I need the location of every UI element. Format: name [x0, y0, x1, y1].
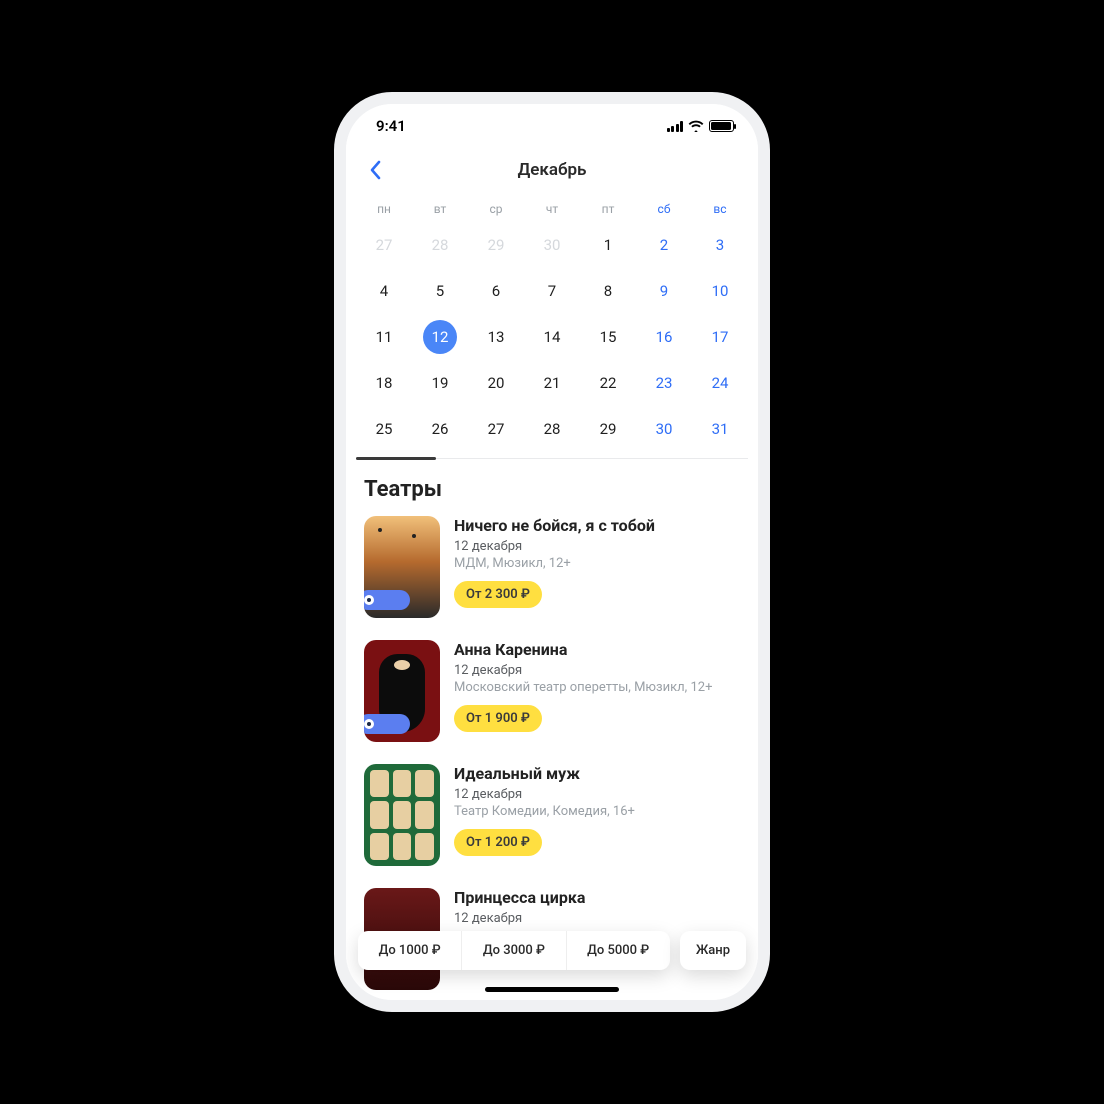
calendar-day[interactable]: 23	[636, 360, 692, 406]
status-icons	[667, 120, 735, 132]
calendar-day[interactable]: 28	[412, 222, 468, 268]
price-filter-group: До 1000 ₽ До 3000 ₽ До 5000 ₽	[358, 931, 670, 970]
event-thumbnail	[364, 640, 440, 742]
events-list: Ничего не бойся, я с тобой 12 декабря МДМ,…	[364, 516, 740, 990]
event-item[interactable]: Ничего не бойся, я с тобой 12 декабря МДМ,…	[364, 516, 740, 618]
calendar-day[interactable]: 29	[580, 406, 636, 452]
cellular-signal-icon	[667, 121, 684, 132]
dow-label: ср	[468, 202, 524, 216]
calendar-day[interactable]: 11	[356, 314, 412, 360]
event-thumbnail	[364, 764, 440, 866]
calendar-day[interactable]: 15	[580, 314, 636, 360]
filter-genre[interactable]: Жанр	[680, 931, 746, 970]
calendar-day[interactable]: 30	[636, 406, 692, 452]
calendar-day[interactable]: 22	[580, 360, 636, 406]
pushkin-card-badge	[364, 714, 410, 734]
dow-label: чт	[524, 202, 580, 216]
phone-frame: 9:41 Декабрь пнвтсрчтптсбвс 272829301234…	[334, 92, 770, 1012]
event-title: Анна Каренина	[454, 640, 740, 659]
battery-icon	[709, 120, 734, 132]
chevron-left-icon	[369, 160, 381, 180]
calendar-day[interactable]: 7	[524, 268, 580, 314]
back-button[interactable]	[360, 155, 390, 185]
event-thumbnail	[364, 516, 440, 618]
event-title: Ничего не бойся, я с тобой	[454, 516, 740, 535]
event-date: 12 декабря	[454, 911, 740, 926]
calendar: пнвтсрчтптсбвс 2728293012345678910111213…	[346, 192, 758, 452]
calendar-day[interactable]: 3	[692, 222, 748, 268]
calendar-grid: 2728293012345678910111213141516171819202…	[356, 222, 748, 452]
filter-price-3000[interactable]: До 3000 ₽	[462, 931, 566, 970]
event-info: Идеальный муж 12 декабря Театр Комедии, Ко…	[454, 764, 740, 866]
calendar-day[interactable]: 9	[636, 268, 692, 314]
calendar-day[interactable]: 18	[356, 360, 412, 406]
event-meta: Московский театр оперетты, Мюзикл, 12+	[454, 680, 740, 695]
event-date: 12 декабря	[454, 787, 740, 802]
content: Театры Ничего не бойся, я с тобой 12 дека…	[346, 459, 758, 1000]
calendar-day[interactable]: 25	[356, 406, 412, 452]
dow-label: пн	[356, 202, 412, 216]
home-indicator[interactable]	[485, 987, 619, 992]
calendar-day[interactable]: 17	[692, 314, 748, 360]
calendar-day[interactable]: 31	[692, 406, 748, 452]
event-date: 12 декабря	[454, 663, 740, 678]
wifi-icon	[688, 120, 704, 132]
event-date: 12 декабря	[454, 539, 740, 554]
calendar-day[interactable]: 5	[412, 268, 468, 314]
calendar-day[interactable]: 26	[412, 406, 468, 452]
calendar-day[interactable]: 16	[636, 314, 692, 360]
event-item[interactable]: Идеальный муж 12 декабря Театр Комедии, Ко…	[364, 764, 740, 866]
status-bar: 9:41	[346, 104, 758, 148]
calendar-day[interactable]: 12	[412, 314, 468, 360]
dow-label: пт	[580, 202, 636, 216]
event-title: Принцесса цирка	[454, 888, 740, 907]
calendar-day[interactable]: 24	[692, 360, 748, 406]
header: Декабрь	[346, 148, 758, 192]
section-title: Театры	[364, 477, 740, 502]
calendar-day[interactable]: 21	[524, 360, 580, 406]
page-title: Декабрь	[518, 160, 587, 180]
calendar-day[interactable]: 10	[692, 268, 748, 314]
calendar-day[interactable]: 1	[580, 222, 636, 268]
event-price-badge[interactable]: От 1 200 ₽	[454, 829, 542, 856]
calendar-day[interactable]: 28	[524, 406, 580, 452]
event-title: Идеальный муж	[454, 764, 740, 783]
calendar-day[interactable]: 8	[580, 268, 636, 314]
filter-price-1000[interactable]: До 1000 ₽	[358, 931, 462, 970]
calendar-day[interactable]: 20	[468, 360, 524, 406]
calendar-day[interactable]: 13	[468, 314, 524, 360]
event-meta: МДМ, Мюзикл, 12+	[454, 556, 740, 571]
filter-price-5000[interactable]: До 5000 ₽	[567, 931, 670, 970]
status-time: 9:41	[376, 117, 406, 135]
screen: 9:41 Декабрь пнвтсрчтптсбвс 272829301234…	[346, 104, 758, 1000]
event-info: Анна Каренина 12 декабря Московский театр …	[454, 640, 740, 742]
event-price-badge[interactable]: От 2 300 ₽	[454, 581, 542, 608]
calendar-dow-row: пнвтсрчтптсбвс	[356, 196, 748, 222]
calendar-day[interactable]: 6	[468, 268, 524, 314]
event-meta: Театр Комедии, Комедия, 16+	[454, 804, 740, 819]
calendar-day[interactable]: 14	[524, 314, 580, 360]
event-info: Ничего не бойся, я с тобой 12 декабря МДМ,…	[454, 516, 740, 618]
calendar-day[interactable]: 29	[468, 222, 524, 268]
filter-bar: До 1000 ₽ До 3000 ₽ До 5000 ₽ Жанр	[358, 931, 746, 970]
calendar-day[interactable]: 19	[412, 360, 468, 406]
dow-label: сб	[636, 202, 692, 216]
calendar-day[interactable]: 4	[356, 268, 412, 314]
calendar-day[interactable]: 27	[468, 406, 524, 452]
calendar-day[interactable]: 30	[524, 222, 580, 268]
dow-label: вс	[692, 202, 748, 216]
dow-label: вт	[412, 202, 468, 216]
calendar-day[interactable]: 27	[356, 222, 412, 268]
pushkin-card-badge	[364, 590, 410, 610]
calendar-day[interactable]: 2	[636, 222, 692, 268]
event-item[interactable]: Анна Каренина 12 декабря Московский театр …	[364, 640, 740, 742]
event-price-badge[interactable]: От 1 900 ₽	[454, 705, 542, 732]
